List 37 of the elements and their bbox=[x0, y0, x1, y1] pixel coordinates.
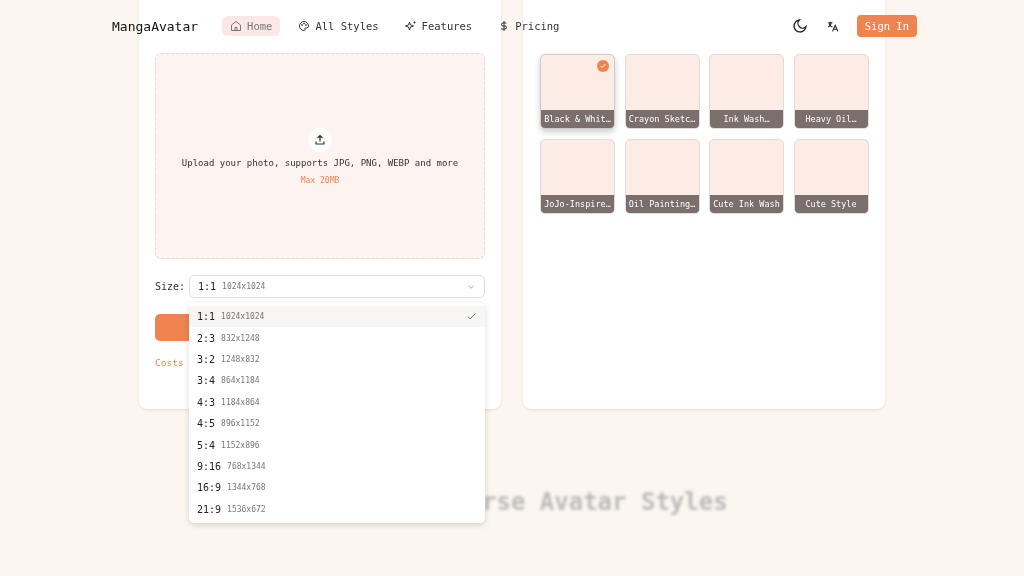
check-badge-icon bbox=[597, 60, 609, 72]
size-option[interactable]: 3:2 1248x832 bbox=[189, 348, 485, 371]
style-tile[interactable]: Ink Wash… bbox=[709, 54, 784, 129]
nav-link[interactable]: Pricing bbox=[490, 16, 568, 36]
size-option[interactable]: 2:3 832x1248 bbox=[189, 327, 485, 349]
size-label: Size: bbox=[155, 281, 183, 292]
size-option[interactable]: 9:16 768x1344 bbox=[189, 455, 485, 478]
home-icon bbox=[230, 20, 243, 32]
size-option[interactable]: 5:4 1152x896 bbox=[189, 434, 485, 456]
nav-link[interactable]: All Styles bbox=[290, 16, 387, 36]
upload-hint: Upload your photo, supports JPG, PNG, WEBP and more bbox=[181, 158, 459, 168]
style-tile[interactable]: Cute Ink Wash bbox=[709, 139, 784, 214]
style-tile[interactable]: Heavy Oil… bbox=[793, 54, 869, 129]
size-option[interactable]: 16:9 1344x768 bbox=[189, 477, 485, 499]
sparkle-icon bbox=[404, 20, 417, 32]
style-tile[interactable]: JoJo-Inspire… bbox=[540, 139, 615, 214]
style-tile[interactable]: Oil Painting… bbox=[624, 139, 700, 214]
costs-text: Costs bbox=[155, 357, 184, 368]
size-option[interactable]: 4:3 1184x864 bbox=[189, 391, 485, 413]
translate-icon[interactable] bbox=[825, 19, 839, 33]
nav-link[interactable]: Features bbox=[396, 16, 481, 36]
size-limit: Max 20MB bbox=[300, 176, 340, 185]
size-select[interactable]: 1:1 1024x1024 bbox=[189, 275, 485, 298]
size-option[interactable]: 4:5 896x1152 bbox=[189, 412, 485, 435]
nav-link[interactable]: Home bbox=[222, 16, 281, 36]
logo[interactable]: MangaAvatar bbox=[112, 18, 199, 34]
style-tile[interactable]: Black & Whit… bbox=[540, 54, 615, 129]
style-tile[interactable]: Crayon Sketc… bbox=[624, 54, 700, 129]
moon-icon[interactable] bbox=[791, 18, 808, 34]
upload-icon bbox=[308, 128, 332, 152]
style-tile[interactable]: Cute Style bbox=[793, 139, 869, 214]
section-heading: rse Avatar Styles bbox=[482, 488, 728, 516]
size-option[interactable]: 1:1 1024x1024 bbox=[189, 306, 485, 328]
upload-dropzone[interactable]: Upload your photo, supports JPG, PNG, WEBP and more Max 20MB bbox=[155, 53, 485, 259]
palette-icon bbox=[298, 20, 311, 32]
size-option[interactable]: 21:9 1536x672 bbox=[189, 498, 485, 520]
size-option[interactable]: 3:4 864x1184 bbox=[189, 370, 485, 392]
